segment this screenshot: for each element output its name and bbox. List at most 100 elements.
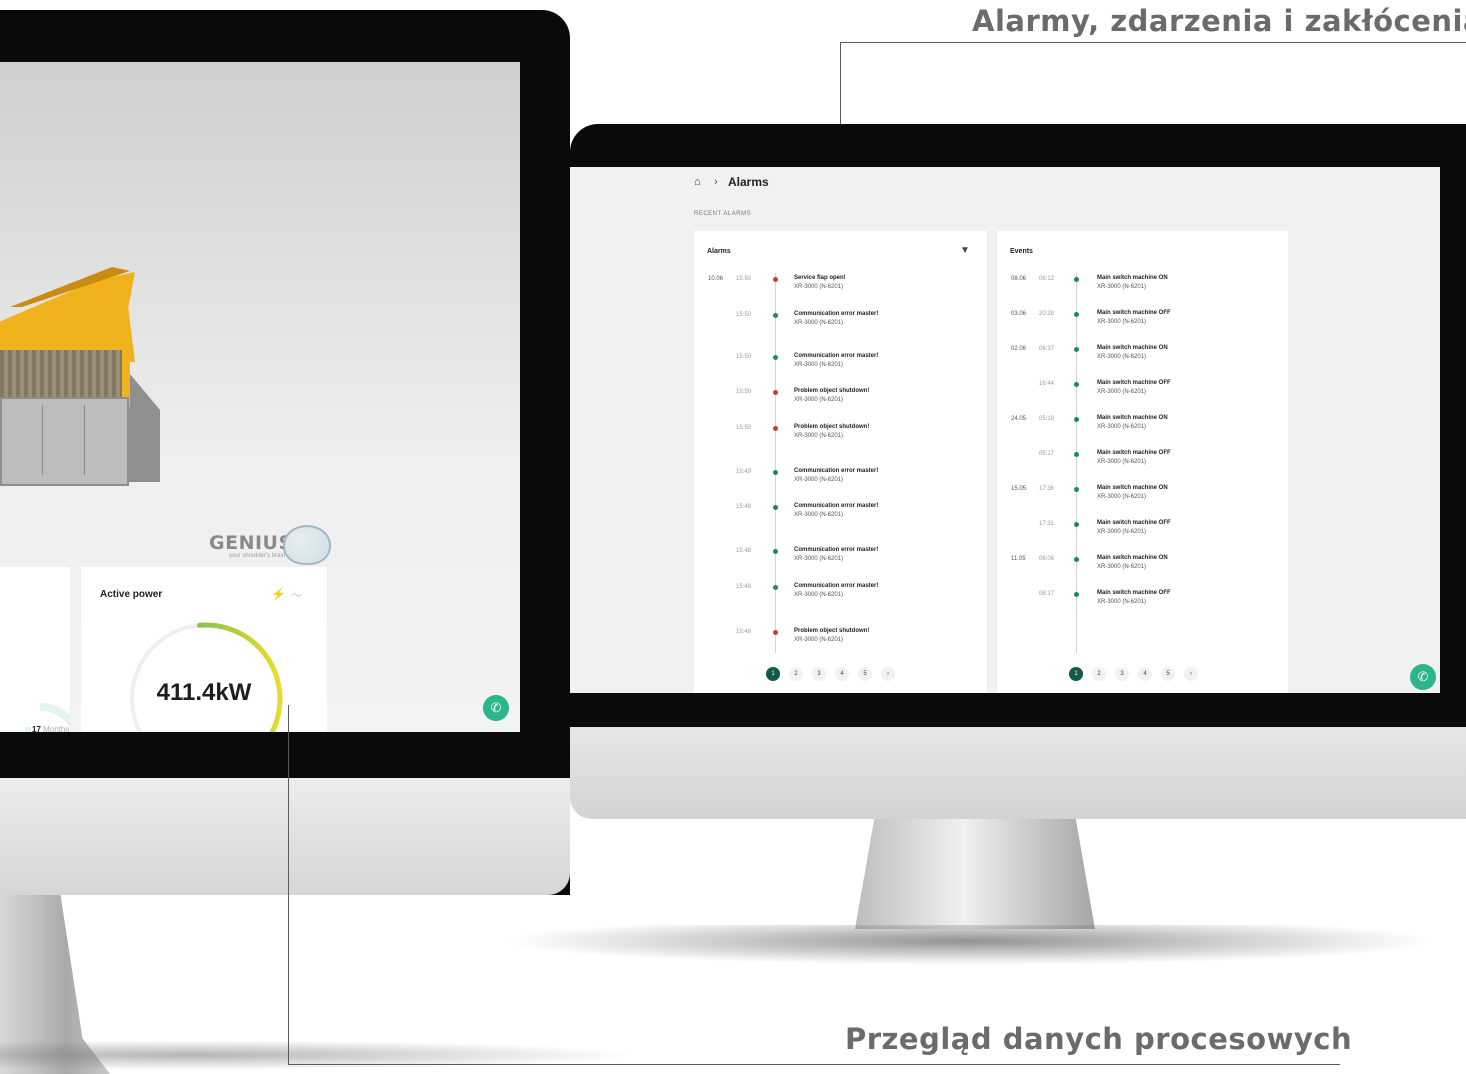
event-title: Main switch machine OFF [1097,310,1171,316]
alarm-status-dot [773,277,778,282]
event-title: Main switch machine OFF [1097,520,1171,526]
alarm-row[interactable]: 15:49 Communication error master! XR-3000 … [694,468,984,498]
months-value: 17 [32,725,41,734]
event-row[interactable]: 08.06 06:12 Main switch machine ON XR-3000 … [997,275,1287,305]
alarm-row[interactable]: 15:48 Problem object shutdown! XR-3000 (N-… [694,628,984,658]
alarm-title: Problem object shutdown! [794,628,870,634]
event-title: Main switch machine ON [1097,555,1168,561]
event-row[interactable]: 24.05 05:19 Main switch machine ON XR-3000 … [997,415,1287,445]
alarm-row[interactable]: 15:50 Communication error master! XR-3000 … [694,311,984,341]
alarm-time: 15:50 [736,354,752,360]
event-device: XR-3000 (N-6201) [1097,459,1147,465]
event-device: XR-3000 (N-6201) [1097,529,1147,535]
event-status-dot [1074,592,1079,597]
phone-icon[interactable]: ✆ [1410,664,1436,690]
alarm-time: 15:50 [736,312,752,318]
event-title: Main switch machine OFF [1097,450,1171,456]
events-panel-title: Events [1010,248,1033,255]
event-device: XR-3000 (N-6201) [1097,389,1147,395]
event-time: 06:12 [1039,276,1055,282]
alarm-time: 15:49 [736,504,752,510]
runtime-card [0,567,82,732]
event-title: Main switch machine ON [1097,275,1168,281]
alarm-time: 15:50 [736,425,752,431]
alarm-title: Communication error master! [794,468,879,474]
alarm-device: XR-3000 (N-6201) [794,284,844,290]
left-monitor-shadow [0,1040,640,1070]
left-monitor-chin [0,778,570,895]
event-row[interactable]: 08:17 Main switch machine OFF XR-3000 (N-6… [997,590,1287,620]
leader-line-process-v [288,705,289,1065]
event-row[interactable]: 16:44 Main switch machine OFF XR-3000 (N-6… [997,380,1287,410]
home-icon[interactable]: ⌂ [694,176,701,188]
alarm-device: XR-3000 (N-6201) [794,592,844,598]
genius-logo-tagline: your shredder's brain [229,553,286,559]
page-button[interactable]: 4 [1138,667,1152,681]
page-button[interactable]: 1 [1069,667,1083,681]
page-button[interactable]: 5 [858,667,872,681]
alarm-title: Service flap open! [794,275,846,281]
alarm-status-dot [773,313,778,318]
page-button[interactable]: 3 [812,667,826,681]
filter-icon[interactable]: ▼ [960,245,970,256]
alarm-time: 15:50 [736,389,752,395]
runtime-gauge-icon [25,703,82,732]
next-page-button[interactable]: › [1184,667,1198,681]
alarm-row[interactable]: 15:49 Communication error master! XR-3000 … [694,503,984,533]
alarm-status-dot [773,585,778,590]
event-time: 05:17 [1039,451,1055,457]
event-device: XR-3000 (N-6201) [1097,424,1147,430]
event-date: 03.06 [1011,311,1027,317]
event-status-dot [1074,277,1079,282]
alarm-device: XR-3000 (N-6201) [794,433,844,439]
alarm-time: 15:48 [736,584,752,590]
alarm-row[interactable]: 15:48 Communication error master! XR-3000 … [694,547,984,577]
alarm-device: XR-3000 (N-6201) [794,637,844,643]
event-time: 16:44 [1039,381,1055,387]
alarm-date: 10.06 [708,276,724,282]
alarms-pagination: 1 2 3 4 5 › [766,667,906,683]
page-button[interactable]: 4 [835,667,849,681]
event-status-dot [1074,382,1079,387]
page-button[interactable]: 3 [1115,667,1129,681]
alarm-device: XR-3000 (N-6201) [794,477,844,483]
trend-icon[interactable]: 〜 [291,587,302,603]
alarm-time: 15:49 [736,469,752,475]
alarm-time: 15:50 [736,276,752,282]
alarm-row[interactable]: 10.06 15:50 Service flap open! XR-3000 (N-6… [694,275,984,305]
alarm-row[interactable]: 15:50 Problem object shutdown! XR-3000 (N-… [694,424,984,454]
event-status-dot [1074,487,1079,492]
alarm-row[interactable]: 15:50 Communication error master! XR-3000 … [694,353,984,383]
event-status-dot [1074,522,1079,527]
event-date: 15.05 [1011,486,1027,492]
event-row[interactable]: 02.06 06:37 Main switch machine ON XR-3000 … [997,345,1287,375]
breadcrumb-current[interactable]: Alarms [728,175,769,189]
bolt-icon[interactable]: ⚡ [271,587,286,601]
event-row[interactable]: 05:17 Main switch machine OFF XR-3000 (N-6… [997,450,1287,480]
event-title: Main switch machine ON [1097,415,1168,421]
alarm-row[interactable]: 15:50 Problem object shutdown! XR-3000 (N-… [694,388,984,418]
page-button[interactable]: 5 [1161,667,1175,681]
event-status-dot [1074,312,1079,317]
alarm-title: Problem object shutdown! [794,424,870,430]
event-row[interactable]: 17:31 Main switch machine OFF XR-3000 (N-6… [997,520,1287,550]
alarm-status-dot [773,630,778,635]
event-row[interactable]: 15.05 17:36 Main switch machine ON XR-3000 … [997,485,1287,515]
right-monitor-chin [570,727,1466,819]
page-button[interactable]: 2 [789,667,803,681]
phone-icon[interactable]: ✆ [483,695,509,721]
event-title: Main switch machine OFF [1097,380,1171,386]
active-power-card: Active power ⚡ 〜 411.4kW [81,567,327,732]
recent-alarms-label: RECENT ALARMS [694,211,752,217]
event-row[interactable]: 03.06 20:28 Main switch machine OFF XR-3000… [997,310,1287,340]
active-power-value: 411.4kW [156,679,252,706]
next-page-button[interactable]: › [881,667,895,681]
alarms-panel-title: Alarms [707,248,731,255]
page-button[interactable]: 1 [766,667,780,681]
machine-body-grey [0,397,129,486]
event-title: Main switch machine ON [1097,485,1168,491]
alarm-title: Communication error master! [794,353,879,359]
page-button[interactable]: 2 [1092,667,1106,681]
event-row[interactable]: 11.05 06:06 Main switch machine ON XR-3000 … [997,555,1287,585]
alarm-row[interactable]: 15:48 Communication error master! XR-3000 … [694,583,984,613]
